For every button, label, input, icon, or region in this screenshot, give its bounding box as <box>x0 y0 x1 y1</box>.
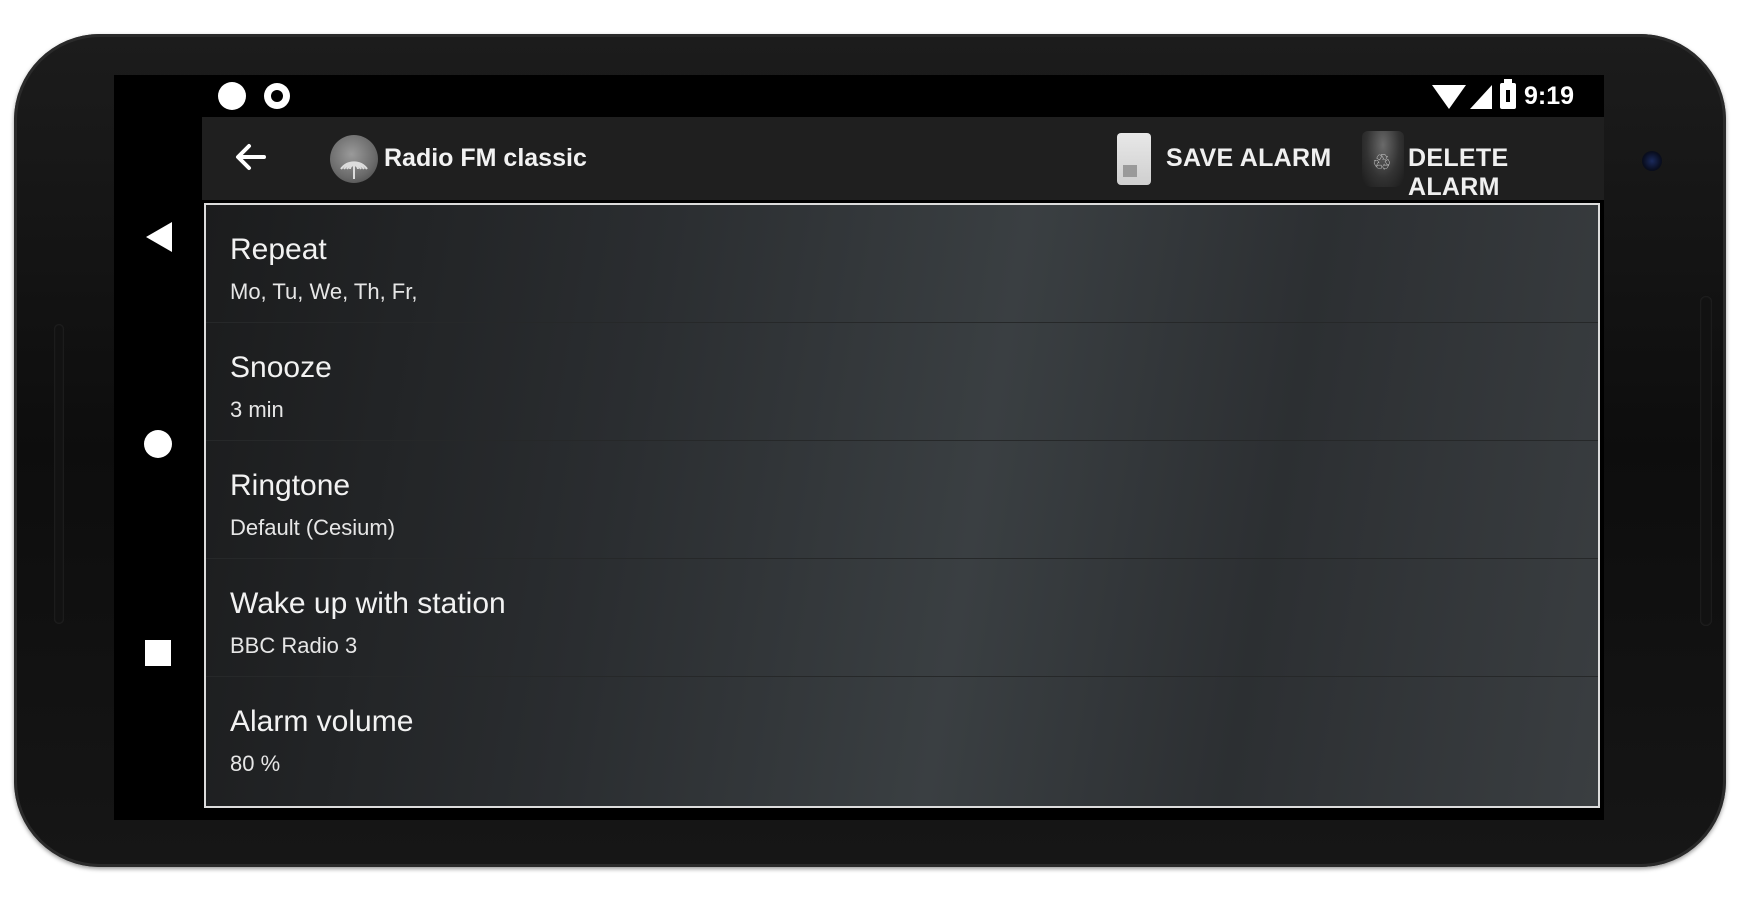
wifi-icon <box>1432 85 1466 109</box>
phone-side-groove <box>1700 296 1712 626</box>
trash-icon[interactable] <box>1362 131 1404 187</box>
notification-circle-outline-icon <box>264 83 290 109</box>
setting-row-ringtone[interactable]: Ringtone Default (Cesium) <box>206 441 1598 559</box>
recents-square-icon[interactable] <box>145 640 171 666</box>
back-arrow-icon[interactable] <box>230 137 270 177</box>
app-title: Radio FM classic <box>384 144 587 172</box>
app-toolbar: Radio FM classic SAVE ALARM DELETE ALARM <box>202 117 1604 202</box>
setting-title: Repeat <box>230 233 327 266</box>
setting-row-alarm-volume[interactable]: Alarm volume 80 % <box>206 677 1598 795</box>
sd-card-icon[interactable] <box>1117 133 1151 185</box>
radio-waves-icon <box>340 161 368 179</box>
setting-value: Default (Cesium) <box>230 515 396 540</box>
setting-value: 80 % <box>230 751 281 776</box>
back-triangle-icon[interactable] <box>146 222 172 252</box>
setting-title: Snooze <box>230 351 332 384</box>
setting-row-snooze[interactable]: Snooze 3 min <box>206 323 1598 441</box>
save-alarm-button[interactable]: SAVE ALARM <box>1166 144 1332 173</box>
alarm-settings-list: Repeat Mo, Tu, We, Th, Fr, Snooze 3 min … <box>204 203 1600 808</box>
home-circle-icon[interactable] <box>144 430 172 458</box>
setting-value: Mo, Tu, We, Th, Fr, <box>230 279 418 304</box>
setting-value: 3 min <box>230 397 284 422</box>
battery-icon <box>1500 79 1516 109</box>
status-time: 9:19 <box>1524 82 1575 110</box>
setting-row-repeat[interactable]: Repeat Mo, Tu, We, Th, Fr, <box>206 205 1598 323</box>
setting-title: Ringtone <box>230 469 351 502</box>
camera-icon <box>1642 151 1662 171</box>
status-bar: 9:19 <box>202 75 1604 117</box>
system-nav-bar <box>114 75 202 820</box>
device-screen: 9:19 Radio FM classic SAVE ALARM DELETE … <box>114 75 1604 820</box>
setting-value: BBC Radio 3 <box>230 633 358 658</box>
phone-side-groove <box>54 324 64 624</box>
delete-alarm-button[interactable]: DELETE ALARM <box>1408 144 1604 202</box>
setting-title: Alarm volume <box>230 705 414 738</box>
setting-title: Wake up with station <box>230 587 506 620</box>
notification-circle-icon <box>218 82 246 110</box>
app-logo-icon <box>330 135 378 183</box>
setting-row-wake-up-station[interactable]: Wake up with station BBC Radio 3 <box>206 559 1598 677</box>
signal-icon <box>1470 85 1492 109</box>
